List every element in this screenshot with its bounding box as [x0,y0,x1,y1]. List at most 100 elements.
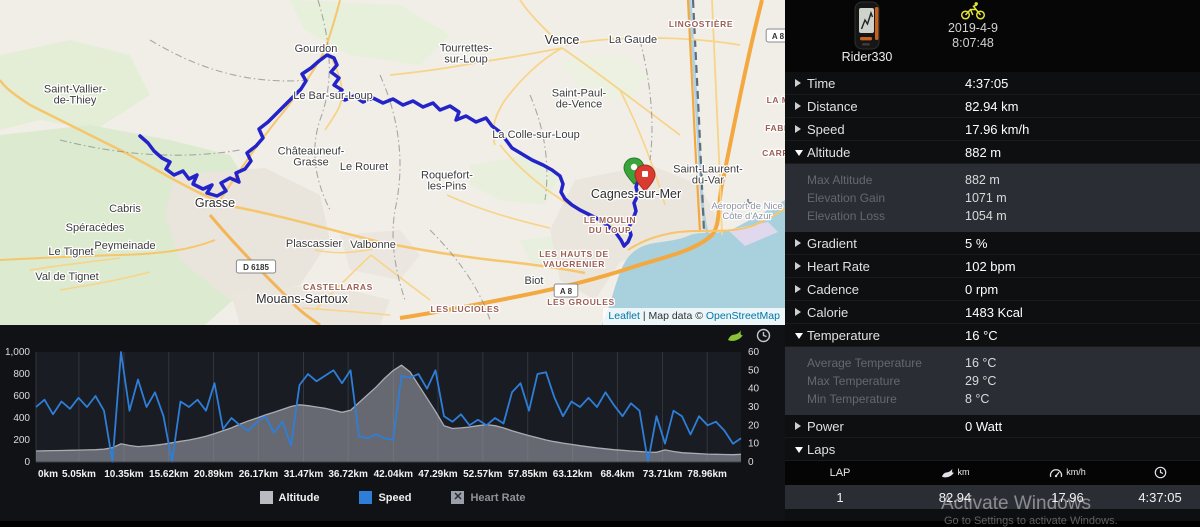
distance-icon [941,468,955,480]
map-label-lingosti-re: LINGOSTIÈRE [669,19,733,29]
stat-row-cadence[interactable]: Cadence 0 rpm [785,278,1200,301]
svg-text:0: 0 [748,457,754,468]
stat-subrow-average-temperature: Average Temperature 16 °C [785,354,1200,372]
activity-date: 2019-4-9 [947,21,999,35]
stat-subvalue: 16 °C [965,356,997,370]
stat-label: Power [807,418,844,434]
panel-header: Rider330 2019-4-9 8:07:48 [785,0,1200,73]
map-label-fabr: FABR [765,123,785,133]
lap-cell: 17.96 [1051,489,1084,505]
stat-label: Speed [807,121,845,137]
stat-value: 0 Watt [965,418,1003,434]
stat-label: Distance [807,98,858,114]
laps-table: LAP km km/h 1 82.94 17.96 4:37:05 [785,461,1200,509]
svg-text:0km: 0km [38,469,58,480]
stat-subrow-elevation-gain: Elevation Gain 1071 m [785,189,1200,207]
map-label-gourdon: Gourdon [295,43,338,55]
chart-legend: Altitude Speed ✕ Heart Rate [0,491,785,504]
lap-cell: 1 [836,489,844,505]
stat-value: 1483 Kcal [965,304,1023,320]
svg-text:36.72km: 36.72km [328,469,368,480]
map-label-sp-rac-des: Spéracèdes [66,222,125,234]
svg-text:200: 200 [13,435,30,446]
map-label-tourrettes-sur-loup: Tourrettes-sur-Loup [440,43,493,66]
svg-text:A 8: A 8 [772,32,785,41]
map-label-valbonne: Valbonne [350,239,396,251]
svg-text:78.96km: 78.96km [687,469,727,480]
road-shield-a-8: A 8 [553,283,579,298]
road-shield-d-6185: D 6185 [235,259,277,274]
svg-text:1,000: 1,000 [5,347,30,358]
legend-item-altitude[interactable]: Altitude [259,491,319,504]
activity-chart-panel: 0 200 400 600 800 1,000 0 10 20 30 40 50 60 0km 5.05km… [0,325,785,521]
svg-text:20: 20 [748,420,760,431]
svg-text:800: 800 [13,369,30,380]
stat-subvalue: 1071 m [965,191,1007,205]
map-label-peymeinade: Peymeinade [94,240,155,252]
stat-value: 882 m [965,144,1002,160]
legend-item-speed[interactable]: Speed [359,491,411,504]
svg-text:5.05km: 5.05km [62,469,96,480]
stat-label: Laps [807,441,836,457]
map-label-roquefort-les-pins: Roquefort-les-Pins [421,170,473,193]
map-label-plascassier: Plascassier [286,238,343,250]
map-label-les-hauts-de-vaugrenier: LES HAUTS DE VAUGRENIER [539,249,609,269]
stat-row-calorie[interactable]: Calorie 1483 Kcal [785,301,1200,324]
altitude-swatch [259,491,273,504]
stat-row-temperature[interactable]: Temperature 16 °C [785,324,1200,347]
stat-row-speed[interactable]: Speed 17.96 km/h [785,118,1200,141]
time-axis-toggle-icon[interactable] [756,328,771,343]
legend-item-heart-rate[interactable]: ✕ Heart Rate [451,491,526,504]
map-label-saint-paul-de-vence: Saint-Paul-de-Vence [552,88,607,111]
stat-row-laps[interactable]: Laps [785,438,1200,461]
stat-sublabel: Average Temperature [807,356,922,370]
stat-subvalue: 8 °C [965,392,990,406]
stat-value: 82.94 km [965,98,1019,114]
map-label-le-rouret: Le Rouret [340,161,388,173]
openstreetmap-link[interactable]: OpenStreetMap [706,310,780,322]
svg-text:10: 10 [748,439,760,450]
laps-col-time [1120,466,1200,480]
laps-col-distance: km [895,467,1015,480]
svg-text:68.4km: 68.4km [600,469,634,480]
svg-text:A 8: A 8 [560,287,573,296]
map-label-cagnes-sur-mer: Cagnes-sur-Mer [591,187,681,201]
leaflet-link[interactable]: Leaflet [608,310,640,322]
map-label-le-bar-sur-loup: Le Bar-sur-Loup [293,90,373,102]
svg-text:D 6185: D 6185 [243,263,269,272]
stat-row-distance[interactable]: Distance 82.94 km [785,95,1200,118]
stat-value: 4:37:05 [965,75,1009,91]
stat-row-heart-rate[interactable]: Heart Rate 102 bpm [785,255,1200,278]
stat-subvalue: 29 °C [965,374,997,388]
device-name: Rider330 [841,50,893,64]
speed-swatch [359,491,373,504]
stats-list: Time 4:37:05 Distance 82.94 km Speed 17.96 km… [785,72,1200,509]
stat-sublabel: Elevation Loss [807,209,886,223]
stat-value: 5 % [965,235,988,251]
map-label-la-colle-sur-loup: La Colle-sur-Loup [492,129,579,141]
stat-row-gradient[interactable]: Gradient 5 % [785,232,1200,255]
laps-table-row[interactable]: 1 82.94 17.96 4:37:05 [785,485,1200,509]
chevron-right-icon [795,120,807,138]
map-label-le-moulin-du-loup: LE MOULIN DU LOUP [584,215,636,235]
chevron-right-icon [795,303,807,321]
stat-details-temperature: Average Temperature 16 °C Max Temperature 2… [785,347,1200,415]
stat-row-altitude[interactable]: Altitude 882 m [785,141,1200,164]
route-map[interactable]: A 8D 6185 A 8 Saint-Vallier-de-Thiey Gourd… [0,0,785,325]
stat-details-altitude: Max Altitude 882 m Elevation Gain 1071 m Ele… [785,164,1200,232]
chevron-right-icon [795,97,807,115]
chevron-down-icon [795,143,807,161]
activity-start-time: 8:07:48 [952,36,994,50]
chevron-right-icon [795,234,807,252]
chevron-right-icon [795,280,807,298]
map-label-vence: Vence [545,33,580,47]
stat-row-time[interactable]: Time 4:37:05 [785,72,1200,95]
svg-text:20.89km: 20.89km [194,469,234,480]
svg-text:400: 400 [13,413,30,424]
distance-axis-toggle-icon[interactable] [727,328,744,343]
activity-summary-panel: Rider330 2019-4-9 8:07:48 Time 4:37:05 Dis… [785,0,1200,521]
stat-row-power[interactable]: Power 0 Watt [785,415,1200,438]
svg-text:73.71km: 73.71km [643,469,683,480]
heart-rate-disabled-swatch: ✕ [451,491,465,504]
map-label-castellaras: CASTELLARAS [303,282,373,292]
